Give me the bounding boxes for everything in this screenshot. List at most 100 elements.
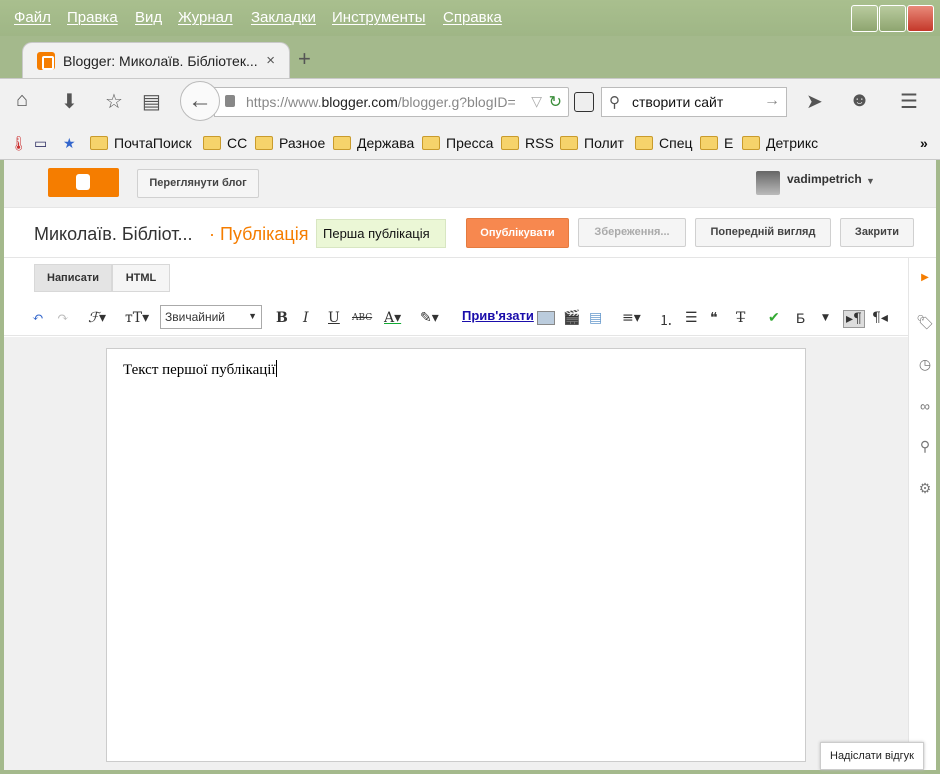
strikethrough-icon[interactable]: ABC — [352, 313, 372, 323]
close-window-button[interactable] — [907, 5, 934, 32]
post-title-input[interactable]: Перша публікація — [316, 219, 446, 248]
quote-icon[interactable]: ❝ — [710, 310, 718, 326]
new-tab-icon[interactable]: + — [298, 46, 311, 72]
search-go-icon[interactable]: → — [764, 92, 780, 110]
menu-bar: Файл Правка Вид Журнал Закладки Инструме… — [0, 0, 940, 36]
post-body-text[interactable]: Текст першої публікації — [123, 360, 277, 379]
send-icon[interactable]: ➤ — [806, 89, 823, 114]
bookmark-folder[interactable]: Спец — [635, 135, 693, 151]
folder-icon — [255, 136, 273, 150]
star-icon[interactable]: ☆ — [105, 89, 123, 114]
bookmark-label: Держава — [357, 135, 415, 151]
chevron-down-icon[interactable]: ▼ — [866, 176, 875, 186]
back-button[interactable]: ← — [180, 81, 220, 121]
rtl-icon[interactable]: ¶◂ — [872, 310, 888, 326]
blogger-page: Переглянути блог vadimpetrich ▼ Миколаїв… — [4, 160, 936, 770]
chevron-down-icon[interactable]: ▼ — [822, 313, 829, 323]
underline-icon[interactable]: U — [328, 310, 340, 326]
maximize-button[interactable] — [879, 5, 906, 32]
insert-jump-break-icon[interactable]: ▤ — [589, 310, 602, 326]
clock-icon[interactable]: ◷ — [915, 356, 935, 373]
tag-icon[interactable]: 🏷 — [915, 314, 935, 331]
insert-video-icon[interactable]: 🎬 — [563, 310, 580, 326]
monitor-icon[interactable]: ▭ — [34, 135, 47, 152]
link-icon[interactable]: ∞ — [915, 398, 935, 414]
redo-icon[interactable]: ↷ — [57, 310, 69, 326]
minimize-button[interactable] — [851, 5, 878, 32]
menu-view[interactable]: Вид — [135, 9, 162, 26]
reading-list-icon[interactable]: ▤ — [142, 89, 161, 114]
insert-link[interactable]: Прив'язати — [462, 308, 534, 323]
menu-history[interactable]: Журнал — [178, 9, 233, 26]
bookmark-folder[interactable]: Разное — [255, 135, 325, 151]
bookmark-folder[interactable]: Держава — [333, 135, 414, 151]
menu-file[interactable]: Файл — [14, 9, 51, 26]
bookmark-label: RSS — [525, 135, 554, 151]
home-icon[interactable]: ⌂ — [16, 89, 28, 112]
clear-formatting-icon[interactable]: T̶ — [736, 310, 745, 326]
bold-icon[interactable]: B — [276, 310, 288, 326]
tab-blogger[interactable]: Blogger: Миколаїв. Бібліотек... × — [22, 42, 290, 78]
menu-bookmarks[interactable]: Закладки — [251, 9, 316, 26]
search-input[interactable]: створити сайт — [632, 94, 723, 110]
tab-html[interactable]: HTML — [112, 264, 170, 292]
menu-tools[interactable]: Инструменты — [332, 9, 426, 26]
search-bar[interactable]: ⚲ створити сайт → — [601, 87, 787, 117]
font-size-icon[interactable]: тT▾ — [125, 310, 149, 326]
bookmark-folder[interactable]: Пресса — [422, 135, 493, 151]
bookmark-folder[interactable]: Детрикс — [742, 135, 818, 151]
tab-close-icon[interactable]: × — [266, 52, 275, 69]
bookmarks-overflow-icon[interactable]: » — [920, 135, 928, 151]
username[interactable]: vadimpetrich — [787, 172, 862, 186]
bookmark-folder[interactable]: Полит — [560, 135, 624, 151]
star-bookmark-icon[interactable]: ★ — [63, 135, 76, 152]
text-color-icon[interactable]: A▾ — [384, 310, 401, 326]
align-icon[interactable]: ≡▾ — [622, 310, 641, 326]
saving-button[interactable]: Збереження... — [578, 218, 686, 247]
ltr-icon[interactable]: ▸¶ — [843, 310, 865, 328]
bookmark-folder[interactable]: RSS — [501, 135, 554, 151]
insert-image-icon[interactable] — [537, 311, 555, 325]
send-feedback-button[interactable]: Надіслати відгук — [820, 742, 924, 770]
preview-button[interactable]: Попередній вигляд — [695, 218, 831, 247]
chat-icon[interactable]: ☻ — [849, 89, 870, 112]
blog-name: Миколаїв. Бібліот... — [34, 224, 193, 244]
tab-title: Blogger: Миколаїв. Бібліотек... — [63, 53, 258, 69]
view-blog-button[interactable]: Переглянути блог — [137, 169, 259, 198]
bookmarks-bar: 🌡 ▭ ★ ПочтаПоиск СС Разное Держава Пресс… — [0, 126, 940, 160]
bookmark-label: СС — [227, 135, 248, 151]
addon-icon[interactable] — [574, 92, 594, 112]
bullet-list-icon[interactable]: ☰ — [685, 310, 698, 326]
spellcheck-icon[interactable]: ✔ — [768, 310, 780, 326]
caret-icon[interactable]: ▶ — [915, 272, 935, 283]
tab-compose[interactable]: Написати — [34, 264, 112, 292]
blogger-header: Переглянути блог vadimpetrich ▼ — [4, 160, 936, 208]
format-select[interactable]: Звичайний ▼ — [160, 305, 262, 329]
menu-edit[interactable]: Правка — [67, 9, 118, 26]
numbered-list-icon[interactable]: ⒈ — [659, 310, 673, 330]
url-bar[interactable]: https://www.blogger.com/blogger.g?blogID… — [214, 87, 569, 117]
bookmark-folder[interactable]: СС — [203, 135, 247, 151]
menu-icon[interactable]: ☰ — [900, 89, 918, 114]
thermometer-icon[interactable]: 🌡 — [10, 135, 28, 152]
publish-button[interactable]: Опублікувати — [466, 218, 569, 248]
language-select[interactable]: Б — [796, 310, 805, 326]
dropdown-icon[interactable]: ▽ — [531, 93, 542, 110]
url-text: https://www.blogger.com/blogger.g?blogID… — [246, 94, 516, 110]
font-family-icon[interactable]: ℱ▾ — [88, 310, 106, 326]
location-icon[interactable]: ⚲ — [915, 438, 935, 455]
bookmark-folder[interactable]: ПочтаПоиск — [90, 135, 192, 151]
close-button[interactable]: Закрити — [840, 218, 914, 247]
italic-icon[interactable]: I — [303, 310, 309, 326]
folder-icon — [90, 136, 108, 150]
bookmark-folder[interactable]: Е — [700, 135, 733, 151]
download-icon[interactable]: ⬇ — [61, 89, 78, 114]
avatar[interactable] — [756, 171, 780, 195]
undo-icon[interactable]: ↶ — [32, 310, 44, 326]
post-body-editor[interactable]: Текст першої публікації — [106, 348, 806, 762]
blogger-logo-icon[interactable] — [48, 168, 119, 197]
gear-icon[interactable]: ⚙ — [915, 480, 935, 497]
menu-help[interactable]: Справка — [443, 9, 502, 26]
reload-icon[interactable]: ↻ — [549, 92, 562, 112]
highlight-color-icon[interactable]: ✎▾ — [420, 310, 439, 326]
